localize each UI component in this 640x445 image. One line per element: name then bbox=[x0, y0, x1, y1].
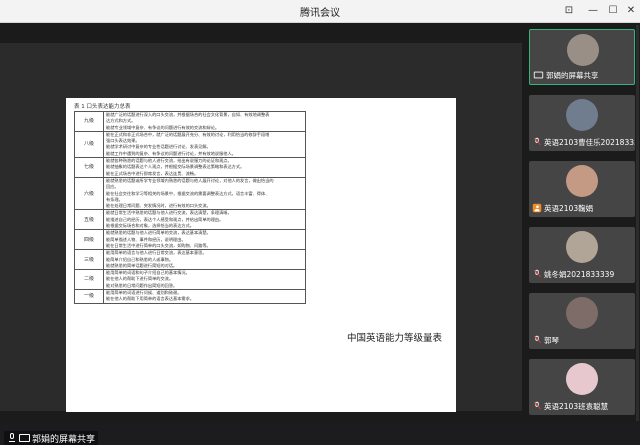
title-bar: 腾讯会议 ⊡ — ☐ ✕ bbox=[0, 0, 640, 23]
participant-label: 郭娟的屏幕共享 bbox=[533, 69, 599, 81]
participant-label: 英语2103班袁聪慧 bbox=[532, 400, 608, 412]
description-cell: 能就熟悉的话题或所学专业领域内熟悉的话题与他人展开讨论，对他人的发言，做出恰当的… bbox=[103, 176, 306, 211]
participant-tile[interactable]: 英语2103鞠娟 bbox=[529, 161, 635, 217]
description-line: 能在正式场合中进行即席发言，表达连贯、流畅。 bbox=[106, 170, 199, 176]
description-line: 能在处理日常问题、突发情况时，进行有效的口头交流。 bbox=[106, 203, 211, 209]
participant-label: 郭琴 bbox=[532, 334, 559, 346]
participant-label: 英语2103鞠娟 bbox=[532, 202, 593, 214]
participant-tile[interactable]: 英语2103曹佳乐2021833... bbox=[529, 95, 635, 151]
participant-label: 英语2103曹佳乐2021833... bbox=[532, 136, 635, 148]
description-cell: 能就广泛的话题进行深入的口头交流，并根据场合的社会文化背景，自如、有效地调整表达… bbox=[103, 111, 306, 132]
table-row: 五级 能就日常生活中熟悉的话题与他人进行交流，表达清楚，条理清晰。 能描述自己的经历… bbox=[74, 209, 306, 231]
participant-tile[interactable]: 郭娟的屏幕共享 bbox=[529, 29, 635, 85]
avatar bbox=[566, 363, 598, 395]
screen-share-icon bbox=[533, 71, 544, 79]
level-cell: 一级 bbox=[74, 289, 104, 304]
maximize-icon[interactable]: ☐ bbox=[604, 3, 622, 19]
screen-share-view[interactable]: 表 1 口头表达能力总表 九级 能就广泛的话题进行深入的口头交流，并根据场合的社会… bbox=[0, 23, 522, 445]
minimize-icon[interactable]: — bbox=[584, 3, 602, 19]
shared-screen: 表 1 口头表达能力总表 九级 能就广泛的话题进行深入的口头交流，并根据场合的社会… bbox=[0, 43, 522, 412]
mic-off-icon bbox=[533, 137, 542, 147]
description-cell: 能就日常生活中熟悉的话题与他人进行交流，表达清楚，条理清晰。 能描述自己的经历，表… bbox=[103, 209, 306, 231]
description-cell: 能用简单的词语和句子介绍自己的基本情况。 能在他人的帮助下进行简单的交流。 能对熟悉… bbox=[103, 269, 306, 291]
description-cell: 能就各种熟悉的话题与他人进行交流，给出有说服力的论证和观点。 能就抽象的话题表达个… bbox=[103, 157, 306, 178]
screen-share-icon bbox=[19, 434, 30, 442]
avatar bbox=[566, 297, 598, 329]
participant-name: 英语2103曹佳乐2021833... bbox=[544, 137, 635, 147]
table-row: 一级 能用简单的词语进行问候、道别和致谢。 能在他人的帮助下用简单的语言表达基本需求… bbox=[74, 289, 306, 304]
close-icon[interactable]: ✕ bbox=[622, 3, 640, 19]
description-line: 能根据交际场合和对象，选择恰当的表达方式。 bbox=[106, 223, 194, 229]
level-cell: 五级 bbox=[74, 209, 104, 231]
level-cell: 九级 bbox=[74, 111, 104, 132]
level-cell: 四级 bbox=[74, 229, 104, 251]
description-line: 能在他人的帮助下用简单的语言表达基本需求。 bbox=[106, 296, 194, 302]
mic-off-icon bbox=[533, 269, 542, 279]
level-cell: 六级 bbox=[74, 176, 104, 211]
participant-tile[interactable]: 姚冬娟2021833339 bbox=[529, 227, 635, 283]
mic-off-icon bbox=[533, 401, 542, 411]
window-title: 腾讯会议 bbox=[300, 8, 340, 19]
description-cell: 能在正式和非正式场合中，就广泛的话题展开充分、有效的讨论，利用恰当的修辞手段增强… bbox=[103, 130, 306, 159]
level-cell: 八级 bbox=[74, 130, 104, 159]
shared-document: 表 1 口头表达能力总表 九级 能就广泛的话题进行深入的口头交流，并根据场合的社会… bbox=[66, 98, 456, 412]
participant-sidebar[interactable]: 郭娟的屏幕共享英语2103曹佳乐2021833... 英语2103鞠娟姚冬娟202… bbox=[523, 23, 640, 425]
participant-name: 郭琴 bbox=[544, 335, 559, 345]
description-line: 能对熟悉的日常问题作出简短的回答。 bbox=[106, 282, 178, 288]
description-line: 能就工作中遇到的复杂、有争议的问题进行讨论，并有效地说服他人。 bbox=[106, 150, 236, 156]
description-cell: 能就熟悉的话题与他人进行简单的交流，表达基本清楚。 能简单描述人物、事件和经历，说… bbox=[103, 229, 306, 251]
pin-icon[interactable]: ⊡ bbox=[560, 3, 578, 19]
participant-tile[interactable]: 郭琴 bbox=[529, 293, 635, 349]
table-row: 七级 能就各种熟悉的话题与他人进行交流，给出有说服力的论证和观点。 能就抽象的话题表… bbox=[74, 157, 306, 178]
table-row: 八级 能在正式和非正式场合中，就广泛的话题展开充分、有效的讨论，利用恰当的修辞手段… bbox=[74, 130, 306, 159]
table-row: 四级 能就熟悉的话题与他人进行简单的交流，表达基本清楚。 能简单描述人物、事件和经历… bbox=[74, 229, 306, 251]
table-row: 二级 能用简单的词语和句子介绍自己的基本情况。 能在他人的帮助下进行简单的交流。 能对… bbox=[74, 269, 306, 291]
user-icon bbox=[532, 203, 542, 213]
avatar bbox=[566, 165, 598, 197]
table-title: 表 1 口头表达能力总表 bbox=[74, 104, 131, 110]
description-line: 能在日常生活中进行简单的口头交流，如购物、问路等。 bbox=[106, 242, 211, 248]
avatar bbox=[567, 34, 599, 66]
participant-tile[interactable]: 英语2103班袁聪慧 bbox=[529, 359, 635, 415]
table-row: 九级 能就广泛的话题进行深入的口头交流，并根据场合的社会文化背景，自如、有效地调整… bbox=[74, 111, 306, 132]
participant-name: 英语2103班袁聪慧 bbox=[544, 401, 609, 411]
level-cell: 七级 bbox=[74, 157, 104, 178]
share-label-text: 郭娟的屏幕共享 bbox=[32, 434, 96, 445]
participant-name: 郭娟的屏幕共享 bbox=[546, 70, 599, 80]
sidebar-scrollbar[interactable] bbox=[636, 25, 639, 421]
mic-off-icon bbox=[533, 335, 542, 345]
microphone-icon bbox=[7, 433, 17, 443]
participant-label: 姚冬娟2021833339 bbox=[532, 268, 614, 280]
description-cell: 能用简单的语言与他人进行日常交流，表达基本意思。 能简单介绍自己和熟悉的人或事物。… bbox=[103, 249, 306, 271]
table-row: 三级 能用简单的语言与他人进行日常交流，表达基本意思。 能简单介绍自己和熟悉的人或事… bbox=[74, 249, 306, 271]
ability-table: 九级 能就广泛的话题进行深入的口头交流，并根据场合的社会文化背景，自如、有效地调整… bbox=[74, 111, 306, 304]
level-cell: 二级 bbox=[74, 269, 104, 291]
table-row: 六级 能就熟悉的话题或所学专业领域内熟悉的话题与他人展开讨论，对他人的发言，做出恰… bbox=[74, 176, 306, 211]
level-cell: 三级 bbox=[74, 249, 104, 271]
description-line: 能就专业领域中复杂、有争议的问题进行有效的交流和辩论。 bbox=[106, 124, 220, 130]
description-cell: 能用简单的词语进行问候、道别和致谢。 能在他人的帮助下用简单的语言表达基本需求。 bbox=[103, 289, 306, 304]
participant-name: 英语2103鞠娟 bbox=[544, 203, 594, 213]
description-line: 能就熟悉的简单话题进行简短的对话。 bbox=[106, 262, 178, 268]
screen-share-label: 郭娟的屏幕共享 bbox=[4, 431, 99, 445]
avatar bbox=[566, 99, 598, 131]
document-caption: 中国英语能力等级量表 bbox=[347, 333, 443, 344]
description-line: 能就熟悉的话题或所学专业领域内熟悉的话题与他人展开讨论，对他人的发言，做出恰当的 bbox=[106, 177, 274, 183]
participant-name: 姚冬娟2021833339 bbox=[544, 269, 615, 279]
avatar bbox=[566, 231, 598, 263]
